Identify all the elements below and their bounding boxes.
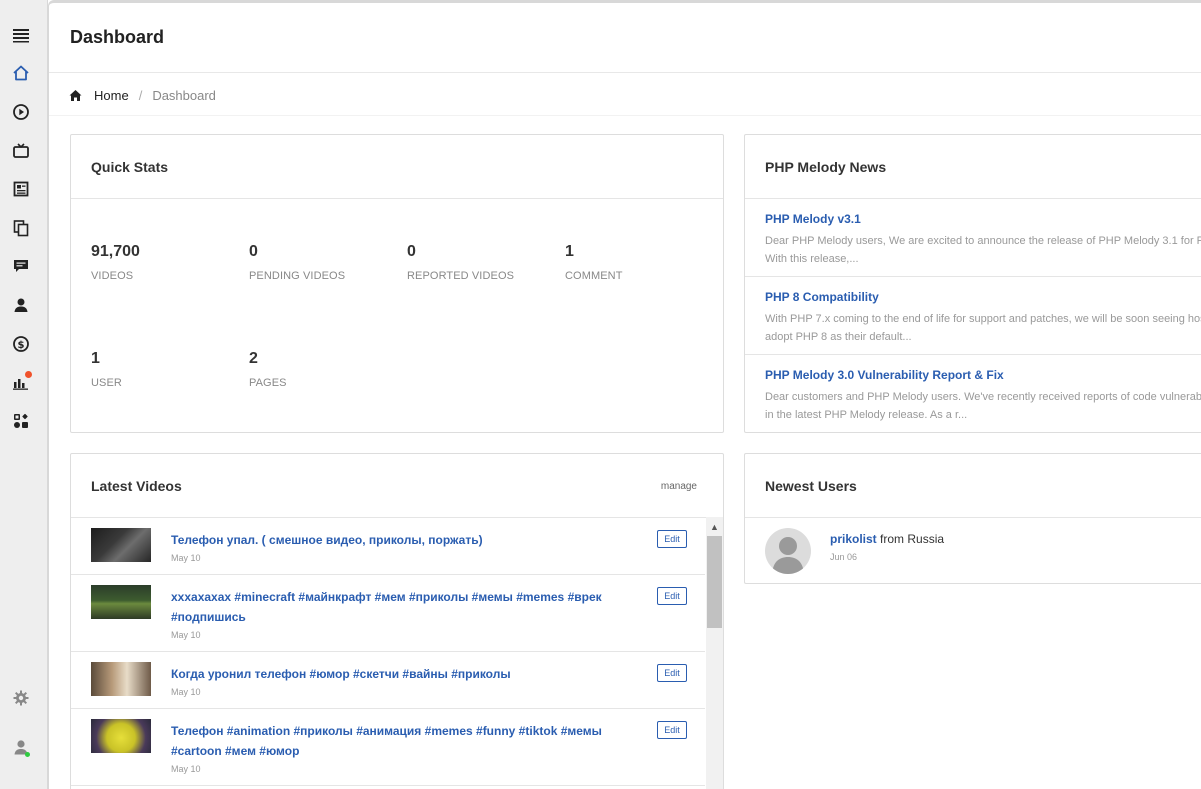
stat-pages[interactable]: 2 PAGES <box>249 350 389 389</box>
stat-label: PENDING VIDEOS <box>249 270 346 282</box>
latest-videos-card: Latest Videos manage Телефон упал. ( сме… <box>70 453 724 789</box>
stat-label: USER <box>91 377 122 389</box>
video-date: May 10 <box>171 764 201 774</box>
gear-icon[interactable] <box>10 687 32 709</box>
newest-users-title: Newest Users <box>765 478 857 494</box>
main-content: Dashboard Home / Dashboard Quick Stats 9… <box>48 0 1201 789</box>
pages-icon[interactable] <box>10 217 32 239</box>
latest-videos-title: Latest Videos <box>91 478 182 494</box>
account-icon[interactable] <box>10 736 32 758</box>
comment-icon[interactable] <box>10 255 32 277</box>
edit-button[interactable]: Edit <box>657 664 687 682</box>
sidebar: $ <box>0 0 48 789</box>
manage-link[interactable]: manage <box>661 481 697 492</box>
video-title[interactable]: Когда уронил телефон #юмор #скетчи #вайн… <box>171 664 631 684</box>
edit-button[interactable]: Edit <box>657 530 687 548</box>
video-row: хххахахах #minecraft #майнкрафт #мем #пр… <box>71 575 705 652</box>
stat-value: 91,700 <box>91 243 140 260</box>
news-title: PHP Melody News <box>765 159 887 175</box>
quick-stats-title: Quick Stats <box>91 159 169 175</box>
video-row: Телефон упал. ( смешное видео, приколы, … <box>71 518 705 575</box>
notification-badge <box>25 371 32 378</box>
user-name-line: prikolist from Russia <box>830 532 944 546</box>
dollar-icon[interactable]: $ <box>10 333 32 355</box>
breadcrumb: Home / Dashboard <box>69 86 216 104</box>
stat-pending-videos[interactable]: 0 PENDING VIDEOS <box>249 243 389 282</box>
scroll-thumb[interactable] <box>707 536 722 628</box>
card-divider <box>71 198 723 199</box>
home-icon[interactable] <box>10 62 32 84</box>
online-status-dot <box>25 752 30 757</box>
user-name-link[interactable]: prikolist <box>830 532 877 546</box>
news-card: PHP Melody News PHP Melody v3.1 Dear PHP… <box>744 134 1201 433</box>
news-item-title[interactable]: PHP 8 Compatibility <box>765 290 879 304</box>
stat-value: 0 <box>407 243 416 260</box>
video-list-scrollbar[interactable]: ▲ <box>706 517 723 789</box>
quick-stats-card: Quick Stats 91,700 VIDEOS 0 PENDING VIDE… <box>70 134 724 433</box>
video-thumbnail[interactable] <box>91 585 151 619</box>
video-date: May 10 <box>171 630 201 640</box>
news-item: PHP 8 Compatibility With PHP 7.x coming … <box>745 277 1201 355</box>
menu-icon[interactable] <box>10 24 32 46</box>
video-title[interactable]: Телефон упал. ( смешное видео, приколы, … <box>171 530 631 550</box>
user-join-date: Jun 06 <box>830 552 858 562</box>
page-title: Dashboard <box>70 27 165 47</box>
svg-text:$: $ <box>18 340 25 351</box>
news-item-title[interactable]: PHP Melody 3.0 Vulnerability Report & Fi… <box>765 368 1004 382</box>
play-circle-icon[interactable] <box>10 101 32 123</box>
user-location: from Russia <box>880 532 945 546</box>
video-row: Когда уронил телефон #юмор #скетчи #вайн… <box>71 652 705 709</box>
stat-reported-videos[interactable]: 0 REPORTED VIDEOS <box>407 243 547 282</box>
news-item: PHP Melody v3.1 Dear PHP Melody users, W… <box>745 199 1201 277</box>
tv-icon[interactable] <box>10 140 32 162</box>
tools-icon[interactable] <box>10 410 32 432</box>
video-date: May 10 <box>171 553 201 563</box>
video-thumbnail[interactable] <box>91 719 151 753</box>
news-item-excerpt: Dear PHP Melody users, We are excited to… <box>765 235 1201 265</box>
edit-button[interactable]: Edit <box>657 721 687 739</box>
stat-value: 2 <box>249 350 258 367</box>
stat-comment[interactable]: 1 COMMENT <box>565 243 705 282</box>
video-date: May 10 <box>171 687 201 697</box>
stat-label: VIDEOS <box>91 270 134 282</box>
breadcrumb-current: Dashboard <box>152 87 216 103</box>
news-item-title[interactable]: PHP Melody v3.1 <box>765 212 861 226</box>
stat-label: COMMENT <box>565 270 623 282</box>
stat-value: 1 <box>91 350 100 367</box>
video-title[interactable]: Телефон #animation #приколы #анимация #m… <box>171 721 631 761</box>
stats-icon[interactable] <box>10 371 32 393</box>
stat-user[interactable]: 1 USER <box>91 350 231 389</box>
article-icon[interactable] <box>10 178 32 200</box>
stat-videos[interactable]: 91,700 VIDEOS <box>91 243 231 282</box>
users-icon[interactable] <box>10 294 32 316</box>
scroll-up-arrow-icon[interactable]: ▲ <box>706 519 723 535</box>
video-title[interactable]: хххахахах #minecraft #майнкрафт #мем #пр… <box>171 587 631 627</box>
home-breadcrumb-icon <box>69 89 82 102</box>
page-header: Dashboard <box>49 3 1201 73</box>
stat-label: REPORTED VIDEOS <box>407 270 515 282</box>
stat-label: PAGES <box>249 377 287 389</box>
breadcrumb-divider <box>49 115 1201 116</box>
stat-value: 0 <box>249 243 258 260</box>
video-thumbnail[interactable] <box>91 528 151 562</box>
news-item: PHP Melody 3.0 Vulnerability Report & Fi… <box>745 355 1201 432</box>
breadcrumb-home-link[interactable]: Home <box>94 88 129 103</box>
news-item-excerpt: With PHP 7.x coming to the end of life f… <box>765 313 1201 343</box>
newest-users-card: Newest Users prikolist from Russia Jun 0… <box>744 453 1201 584</box>
avatar[interactable] <box>765 528 811 574</box>
video-row: Телефон #animation #приколы #анимация #m… <box>71 709 705 786</box>
user-row: prikolist from Russia Jun 06 <box>745 518 1201 583</box>
breadcrumb-separator: / <box>138 87 143 103</box>
video-thumbnail[interactable] <box>91 662 151 696</box>
stat-value: 1 <box>565 243 574 260</box>
edit-button[interactable]: Edit <box>657 587 687 605</box>
news-item-excerpt: Dear customers and PHP Melody users. We'… <box>765 391 1201 421</box>
